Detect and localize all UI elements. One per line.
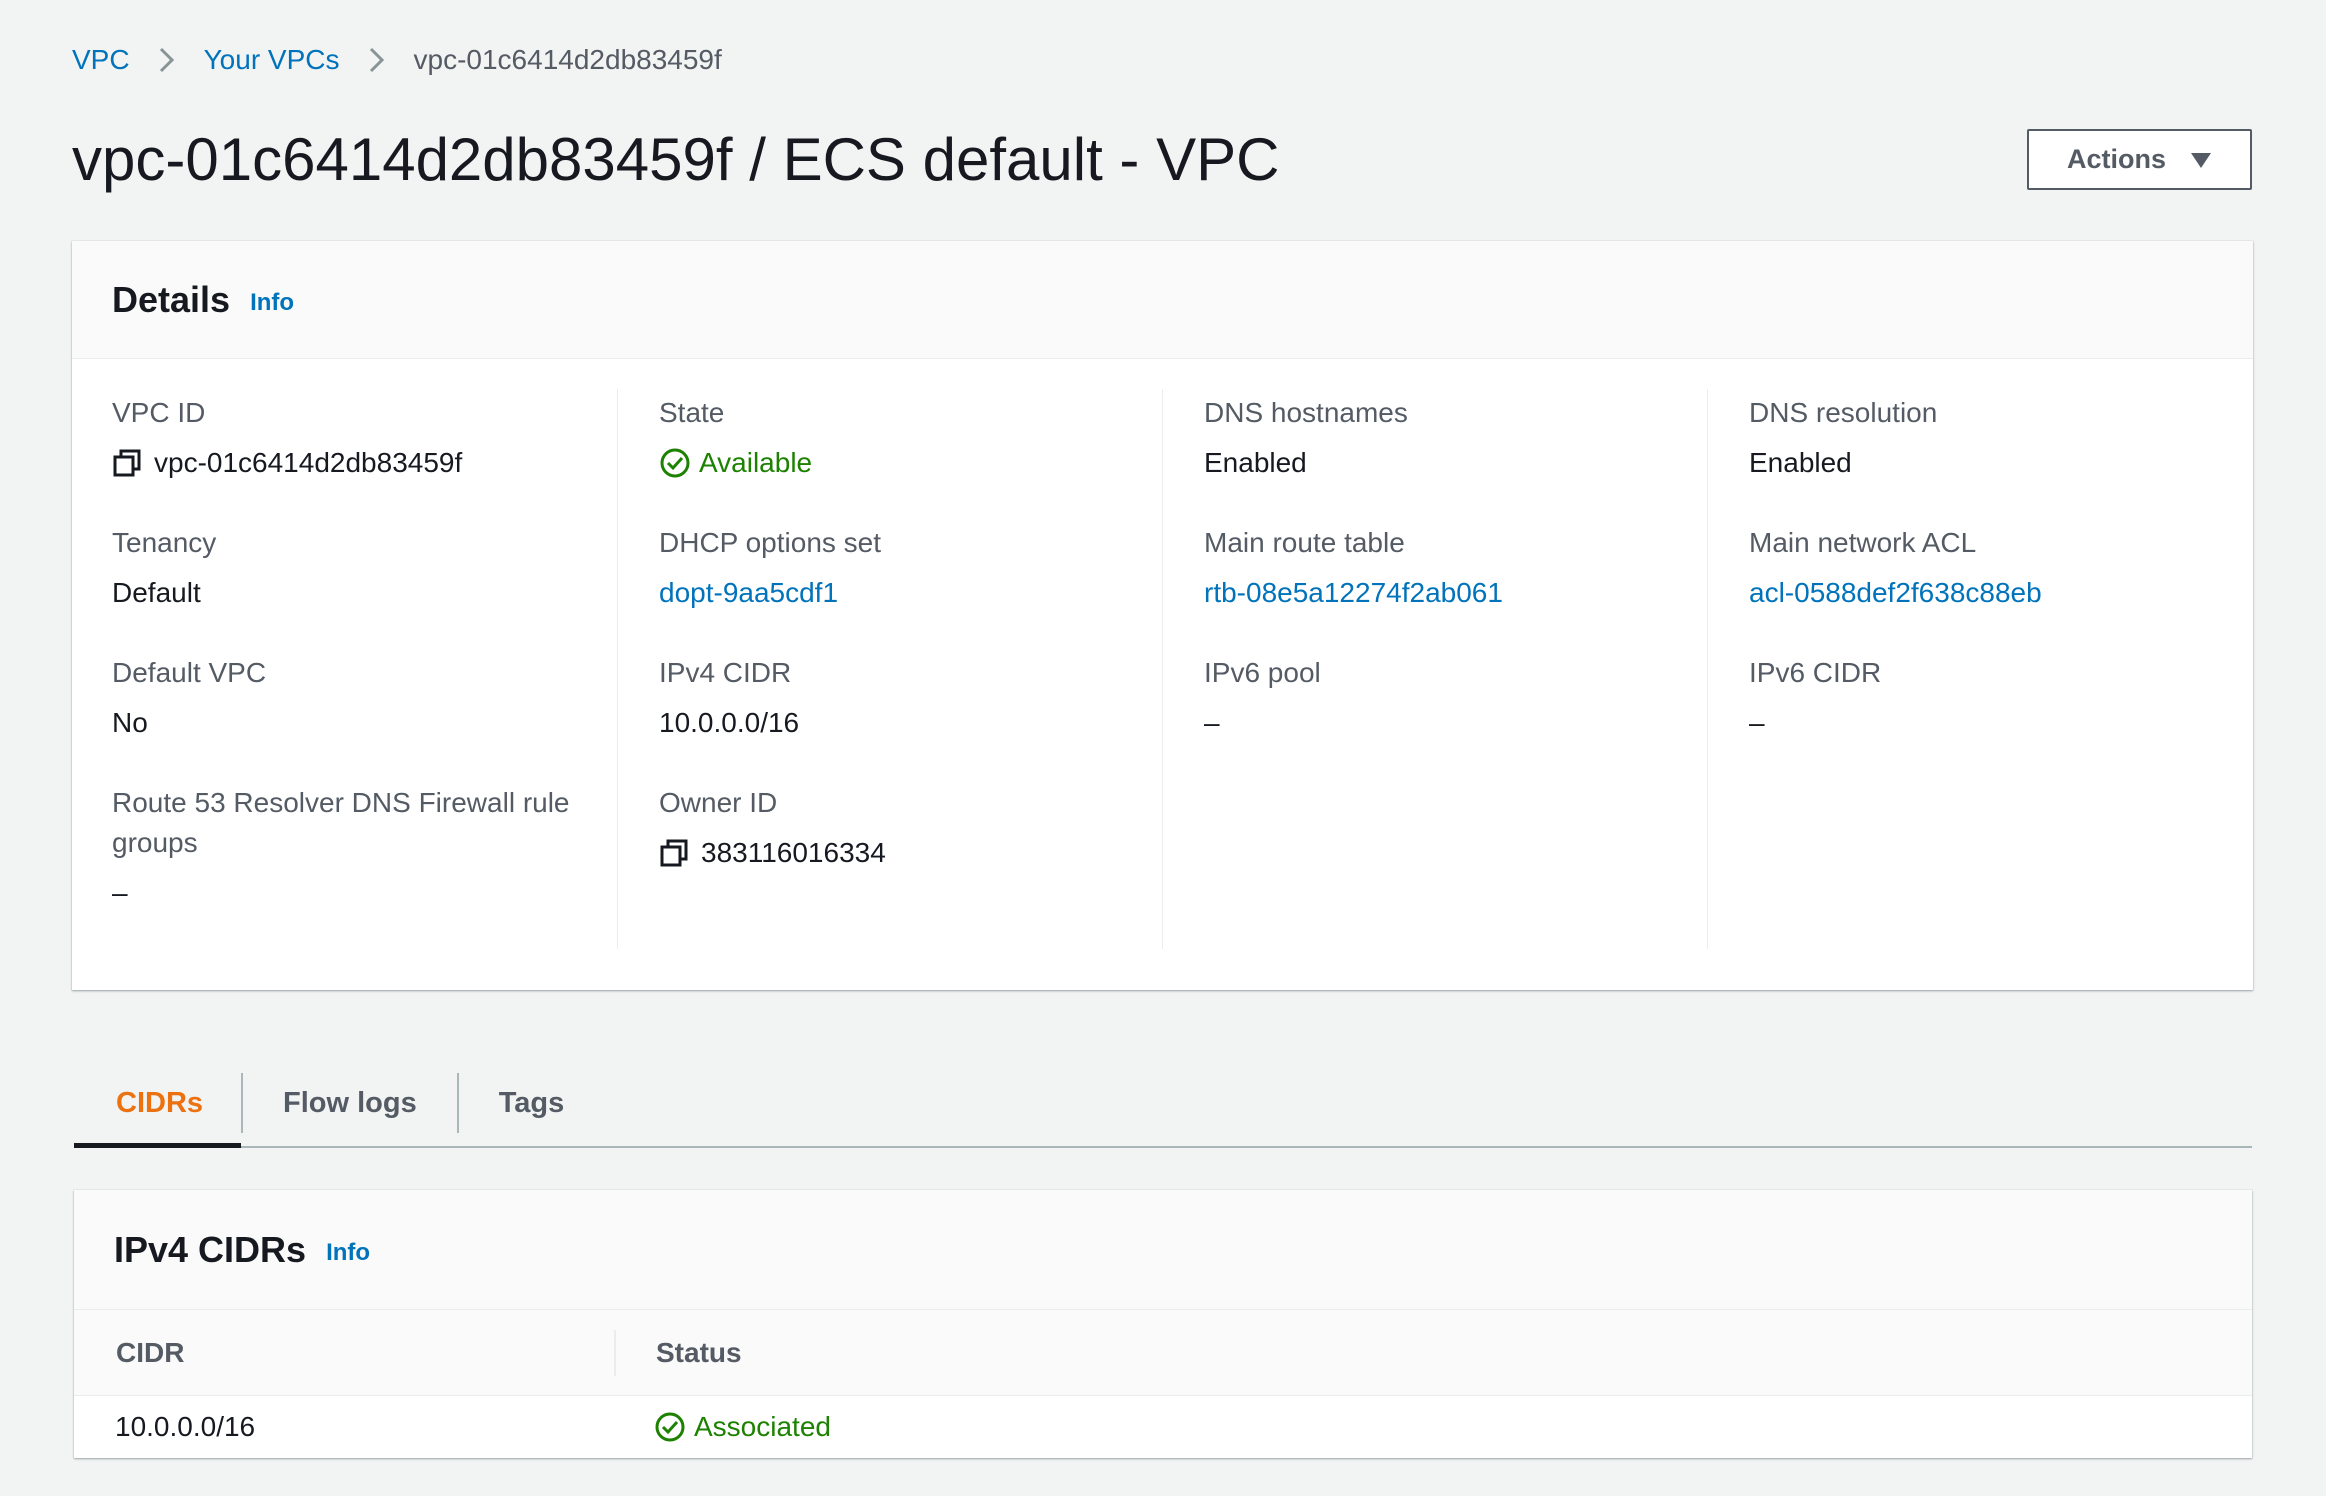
ipv4-cidrs-header: IPv4 CIDRs Info xyxy=(74,1190,2252,1310)
main-network-acl-link[interactable]: acl-0588def2f638c88eb xyxy=(1749,573,2042,613)
breadcrumb: VPC Your VPCs vpc-01c6414d2db83459f xyxy=(72,40,722,80)
ipv6-cidr-label: IPv6 CIDR xyxy=(1749,657,1882,688)
table-row[interactable]: 10.0.0.0/16 Associated xyxy=(74,1396,2252,1458)
actions-button[interactable]: Actions xyxy=(2027,129,2252,190)
tenancy-label: Tenancy xyxy=(112,527,217,558)
ipv4-cidrs-info-link[interactable]: Info xyxy=(326,1239,370,1267)
owner-id-label: Owner ID xyxy=(659,787,778,818)
details-title: Details xyxy=(112,278,231,320)
vpc-id-label: VPC ID xyxy=(112,397,206,428)
cidr-cell: 10.0.0.0/16 xyxy=(115,1411,256,1442)
page-title: vpc-01c6414d2db83459f / ECS default - VP… xyxy=(72,126,1280,193)
column-divider xyxy=(614,1330,616,1376)
default-vpc-value: No xyxy=(112,707,148,738)
dhcp-options-link[interactable]: dopt-9aa5cdf1 xyxy=(659,573,838,613)
owner-id-value: 383116016334 xyxy=(659,833,886,873)
table-header: CIDR Status xyxy=(74,1310,2252,1396)
ipv6-pool-value: – xyxy=(1204,707,1220,738)
column-divider xyxy=(1162,389,1163,949)
chevron-right-icon xyxy=(156,45,178,75)
dns-resolution-label: DNS resolution xyxy=(1749,397,1938,428)
dhcp-options-label: DHCP options set xyxy=(659,527,882,558)
details-panel: Details Info VPC ID vpc-01c6414d2db83459… xyxy=(72,241,2253,990)
ipv4-cidr-value: 10.0.0.0/16 xyxy=(659,707,800,738)
main-route-table-link[interactable]: rtb-08e5a12274f2ab061 xyxy=(1204,573,1503,613)
details-info-link[interactable]: Info xyxy=(250,289,294,317)
breadcrumb-your-vpcs-link[interactable]: Your VPCs xyxy=(204,40,340,80)
caret-down-icon xyxy=(2190,151,2212,169)
state-value: Available xyxy=(659,443,812,483)
column-header-status[interactable]: Status xyxy=(656,1310,742,1396)
column-divider xyxy=(617,389,618,949)
main-route-table-label: Main route table xyxy=(1204,527,1405,558)
column-divider xyxy=(1707,389,1708,949)
status-cell: Associated xyxy=(654,1396,831,1458)
route53-label: Route 53 Resolver DNS Firewall rule grou… xyxy=(112,787,570,858)
tab-cidrs[interactable]: CIDRs xyxy=(74,1060,242,1148)
chevron-right-icon xyxy=(366,45,388,75)
owner-id-text: 383116016334 xyxy=(701,837,886,868)
breadcrumb-current: vpc-01c6414d2db83459f xyxy=(413,44,722,75)
dns-resolution-value: Enabled xyxy=(1749,447,1852,478)
dns-hostnames-value: Enabled xyxy=(1204,447,1307,478)
ipv6-pool-label: IPv6 pool xyxy=(1204,657,1321,688)
details-grid: VPC ID vpc-01c6414d2db83459f Tenancy Def… xyxy=(72,359,2253,990)
tenancy-value: Default xyxy=(112,577,201,608)
vpc-id-text: vpc-01c6414d2db83459f xyxy=(154,447,463,478)
column-header-cidr[interactable]: CIDR xyxy=(116,1310,184,1396)
default-vpc-label: Default VPC xyxy=(112,657,267,688)
main-network-acl-label: Main network ACL xyxy=(1749,527,1977,558)
status-text: Associated xyxy=(694,1411,831,1442)
copy-icon[interactable] xyxy=(112,448,142,478)
route53-value: – xyxy=(112,877,128,908)
state-label: State xyxy=(659,397,725,428)
ipv4-cidrs-panel: IPv4 CIDRs Info CIDR Status 10.0.0.0/16 … xyxy=(74,1190,2252,1458)
tab-bar: CIDRs Flow logs Tags xyxy=(74,1060,2252,1148)
state-text: Available xyxy=(699,447,813,478)
ipv4-cidrs-title: IPv4 CIDRs xyxy=(114,1228,307,1270)
tab-tags[interactable]: Tags xyxy=(459,1060,605,1146)
ipv4-cidr-label: IPv4 CIDR xyxy=(659,657,792,688)
ipv6-cidr-value: – xyxy=(1749,707,1765,738)
actions-button-label: Actions xyxy=(2066,144,2166,174)
check-circle-icon xyxy=(659,447,691,479)
vpc-id-value: vpc-01c6414d2db83459f xyxy=(112,443,462,483)
breadcrumb-vpc-link[interactable]: VPC xyxy=(72,40,130,80)
tab-flow-logs[interactable]: Flow logs xyxy=(243,1060,457,1146)
dns-hostnames-label: DNS hostnames xyxy=(1204,397,1408,428)
check-circle-icon xyxy=(654,1411,686,1443)
copy-icon[interactable] xyxy=(659,838,689,868)
details-header: Details Info xyxy=(72,241,2253,359)
